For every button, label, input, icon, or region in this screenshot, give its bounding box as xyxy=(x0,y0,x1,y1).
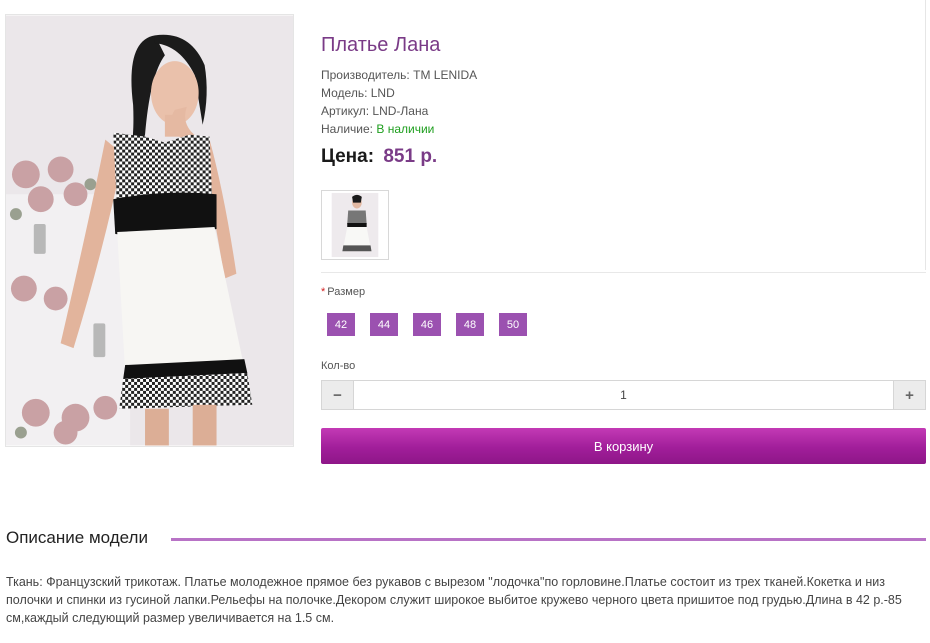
size-button-46[interactable]: 46 xyxy=(413,313,441,336)
quantity-decrease-button[interactable]: − xyxy=(322,381,354,409)
price-label: Цена: xyxy=(321,146,375,167)
size-button-42[interactable]: 42 xyxy=(327,313,355,336)
quantity-label: Кол-во xyxy=(321,360,356,372)
manufacturer-row: Производитель: TM LENIDA xyxy=(321,68,477,82)
quantity-input[interactable]: 1 xyxy=(354,381,893,409)
size-label-text: Размер xyxy=(327,286,366,298)
size-button-50[interactable]: 50 xyxy=(499,313,527,336)
price-row: Цена: 851 р. xyxy=(321,146,437,168)
availability-label: Наличие: xyxy=(321,122,374,136)
sku-value: LND-Лана xyxy=(372,104,429,118)
dress-photo xyxy=(6,15,293,446)
product-main-image[interactable] xyxy=(5,14,294,447)
sku-row: Артикул: LND-Лана xyxy=(321,104,428,118)
size-options: 42 44 46 48 50 xyxy=(327,313,527,336)
thumbnail-image xyxy=(331,192,379,258)
model-value: LND xyxy=(370,86,395,100)
options-divider xyxy=(321,272,926,273)
size-button-44[interactable]: 44 xyxy=(370,313,398,336)
size-option-label: * Размер xyxy=(321,286,365,298)
sku-label: Артикул: xyxy=(321,104,370,118)
manufacturer-link[interactable]: TM LENIDA xyxy=(413,68,477,82)
page-edge-line xyxy=(925,0,926,270)
required-mark: * xyxy=(321,286,326,298)
availability-row: Наличие: В наличии xyxy=(321,122,434,136)
model-row: Модель: LND xyxy=(321,86,395,100)
availability-status: В наличии xyxy=(376,122,435,136)
description-text: Ткань: Французский трикотаж. Платье моло… xyxy=(6,575,902,625)
quantity-increase-button[interactable]: + xyxy=(893,381,925,409)
product-title: Платье Лана xyxy=(321,34,441,56)
add-to-cart-button[interactable]: В корзину xyxy=(321,428,926,464)
description-heading-line xyxy=(171,538,926,541)
size-button-48[interactable]: 48 xyxy=(456,313,484,336)
manufacturer-label: Производитель: xyxy=(321,68,410,82)
quantity-stepper: − 1 + xyxy=(321,380,926,410)
price-value: 851 р. xyxy=(383,146,438,167)
product-thumbnail[interactable] xyxy=(321,190,389,260)
model-label: Модель: xyxy=(321,86,368,100)
description-heading: Описание модели xyxy=(6,528,154,548)
